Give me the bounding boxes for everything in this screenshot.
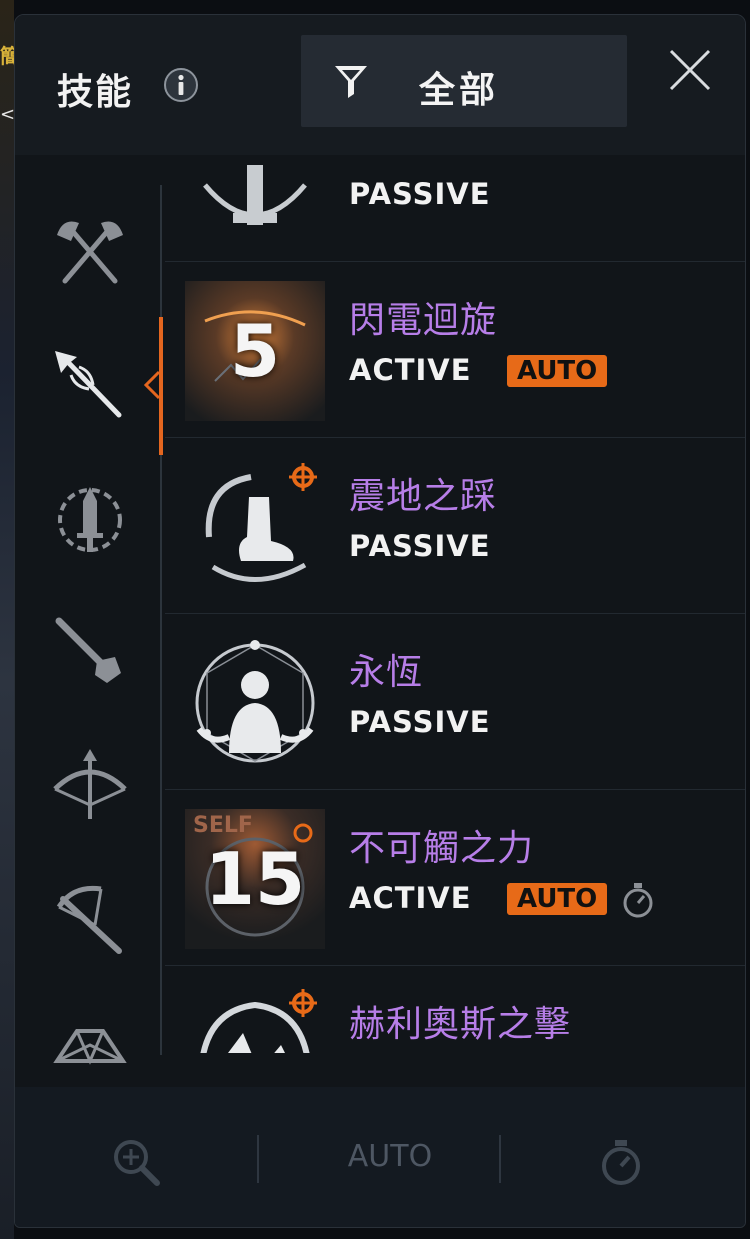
filter-label: 全部 bbox=[419, 70, 500, 111]
rail-divider bbox=[160, 185, 162, 1055]
page-title: 技能 bbox=[57, 72, 134, 113]
panel-header: 技能 全部 bbox=[15, 15, 745, 155]
sword-staff-icon[interactable] bbox=[49, 611, 131, 693]
helios-strike-icon bbox=[200, 989, 317, 1053]
skill-row[interactable]: 永恆 PASSIVE bbox=[165, 613, 745, 790]
info-icon[interactable] bbox=[163, 67, 199, 103]
ground-stomp-icon bbox=[205, 463, 317, 582]
spear-icon[interactable] bbox=[49, 345, 131, 427]
skill-row[interactable]: SELF 15 不可觸之力 ACTIVE AUTO bbox=[165, 789, 745, 966]
skill-name: 閃電迴旋 bbox=[349, 300, 498, 341]
skill-type: PASSIVE bbox=[349, 177, 491, 211]
auto-button[interactable]: AUTO bbox=[315, 1139, 465, 1183]
skill-type: ACTIVE bbox=[349, 881, 472, 915]
active-category-arrow bbox=[143, 370, 161, 400]
auto-badge: AUTO bbox=[507, 355, 608, 387]
crossbow-icon[interactable] bbox=[49, 879, 131, 961]
funnel-icon bbox=[335, 66, 367, 98]
skill-row[interactable]: 赫利奧斯之擊 bbox=[165, 965, 745, 1053]
zoom-in-icon[interactable] bbox=[111, 1137, 161, 1187]
close-icon[interactable] bbox=[663, 43, 717, 97]
skill-name: 震地之踩 bbox=[349, 476, 498, 517]
auto-badge: AUTO bbox=[507, 883, 608, 915]
partial-skill-icon bbox=[203, 165, 307, 225]
skill-list: PASSIVE 5 閃電迴旋 ACTIVE AUTO 震地之踩 PASSIVE … bbox=[165, 165, 745, 1053]
eternity-icon bbox=[195, 640, 315, 763]
background-chevron: < bbox=[0, 104, 16, 125]
skill-row[interactable]: 5 閃電迴旋 ACTIVE AUTO bbox=[165, 261, 745, 438]
skill-type: PASSIVE bbox=[349, 529, 491, 563]
skill-type: PASSIVE bbox=[349, 705, 491, 739]
skill-type: ACTIVE bbox=[349, 353, 472, 387]
dagger-wreath-icon[interactable] bbox=[49, 479, 131, 561]
game-background: 簡 < bbox=[0, 0, 20, 1239]
bottom-toolbar: AUTO bbox=[15, 1087, 745, 1227]
crossed-axes-icon[interactable] bbox=[49, 213, 131, 295]
stopwatch-icon bbox=[623, 883, 653, 918]
orb-icon[interactable] bbox=[49, 1005, 131, 1087]
filter-button[interactable]: 全部 bbox=[301, 35, 627, 127]
skill-name: 赫利奧斯之擊 bbox=[349, 1004, 572, 1045]
cooldown-count: 5 bbox=[229, 309, 281, 393]
skill-row[interactable]: 震地之踩 PASSIVE bbox=[165, 437, 745, 614]
stopwatch-icon[interactable] bbox=[599, 1137, 643, 1187]
cooldown-count: 15 bbox=[204, 837, 306, 921]
skill-name: 不可觸之力 bbox=[349, 828, 535, 869]
bow-icon[interactable] bbox=[49, 745, 131, 827]
skill-row[interactable]: PASSIVE bbox=[165, 165, 745, 262]
skill-name: 永恆 bbox=[349, 652, 424, 693]
skills-panel: 技能 全部 PASSIVE 5 閃電迴旋 ACTIVE AUTO 震地之踩 PA… bbox=[14, 14, 746, 1228]
toolbar-divider bbox=[499, 1135, 501, 1183]
toolbar-divider bbox=[257, 1135, 259, 1183]
